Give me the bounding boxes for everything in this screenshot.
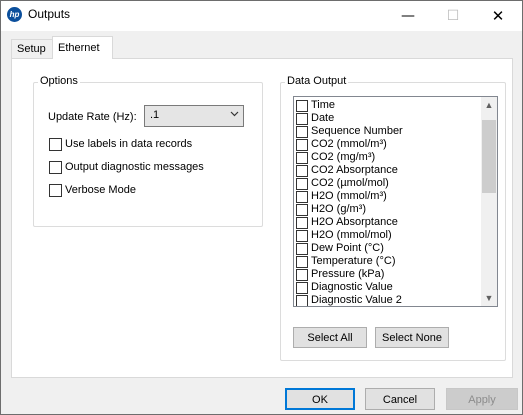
verbose-mode-label[interactable]: Verbose Mode [65,184,136,196]
update-rate-label: Update Rate (Hz): [48,111,137,123]
data-output-item-label[interactable]: H2O (mmol/m³) [311,190,387,202]
data-output-checkbox[interactable] [296,204,308,216]
data-output-checkbox[interactable] [296,139,308,151]
data-output-item-label[interactable]: H2O (mmol/mol) [311,229,392,241]
data-output-checkbox[interactable] [296,269,308,281]
outputs-dialog: hp Outputs — ☐ ✕ Setup Ethernet Options … [0,0,523,415]
scroll-down-icon[interactable]: ▼ [481,290,497,306]
window-title: Outputs [28,7,71,21]
list-item[interactable]: Time [296,99,476,112]
ok-button[interactable]: OK [285,388,355,410]
list-item[interactable]: CO2 (mg/m³) [296,151,476,164]
select-none-button[interactable]: Select None [375,327,449,348]
output-diagnostic-checkbox[interactable] [49,161,62,174]
data-output-checkbox[interactable] [296,178,308,190]
tab-setup[interactable]: Setup [11,39,58,59]
data-output-checkbox[interactable] [296,152,308,164]
list-item[interactable]: Dew Point (°C) [296,242,476,255]
chevron-down-icon [230,111,239,117]
data-output-item-label[interactable]: CO2 Absorptance [311,164,398,176]
data-output-item-label[interactable]: Diagnostic Value 2 [311,294,402,306]
data-output-checkbox[interactable] [296,217,308,229]
list-item[interactable]: Diagnostic Value 2 [296,294,476,306]
list-item[interactable]: Sequence Number [296,125,476,138]
data-output-item-label[interactable]: Date [311,112,334,124]
use-labels-label[interactable]: Use labels in data records [65,138,192,150]
data-output-item-label[interactable]: Pressure (kPa) [311,268,384,280]
list-item[interactable]: CO2 (mmol/m³) [296,138,476,151]
data-output-checkbox[interactable] [296,295,308,306]
data-output-group: Data Output Time Date Sequence Number CO2 (… [280,75,506,361]
data-output-item-label[interactable]: CO2 (mmol/m³) [311,138,387,150]
minimize-button[interactable]: — [386,1,430,31]
data-output-checkbox[interactable] [296,243,308,255]
data-output-checkbox[interactable] [296,256,308,268]
scroll-thumb[interactable] [482,120,496,193]
data-output-checkbox[interactable] [296,100,308,112]
list-item[interactable]: H2O (g/m³) [296,203,476,216]
data-output-item-label[interactable]: CO2 (mg/m³) [311,151,375,163]
data-output-checkbox[interactable] [296,230,308,242]
update-rate-value: .1 [150,109,160,121]
data-output-checkbox[interactable] [296,165,308,177]
use-labels-checkbox[interactable] [49,138,62,151]
data-output-list[interactable]: Time Date Sequence Number CO2 (mmol/m³) CO2 … [293,96,498,307]
data-output-checkbox[interactable] [296,126,308,138]
list-item[interactable]: Temperature (°C) [296,255,476,268]
hp-logo-icon: hp [7,7,22,22]
close-button[interactable]: ✕ [476,1,520,31]
apply-button: Apply [446,388,518,410]
data-output-item-label[interactable]: Diagnostic Value [311,281,393,293]
list-item[interactable]: H2O Absorptance [296,216,476,229]
update-rate-dropdown[interactable]: .1 [144,105,244,127]
data-output-item-label[interactable]: H2O (g/m³) [311,203,366,215]
data-output-item-label[interactable]: Temperature (°C) [311,255,395,267]
maximize-button: ☐ [446,8,460,24]
data-output-item-label[interactable]: H2O Absorptance [311,216,398,228]
tab-ethernet[interactable]: Ethernet [52,36,113,59]
data-output-items: Time Date Sequence Number CO2 (mmol/m³) CO2 … [296,99,476,306]
output-diagnostic-label[interactable]: Output diagnostic messages [65,161,204,173]
data-output-checkbox[interactable] [296,113,308,125]
scroll-up-icon[interactable]: ▲ [481,97,497,113]
list-item[interactable]: Date [296,112,476,125]
list-item[interactable]: Diagnostic Value [296,281,476,294]
list-scrollbar[interactable]: ▲ ▼ [481,97,497,306]
list-item[interactable]: Pressure (kPa) [296,268,476,281]
data-output-item-label[interactable]: Dew Point (°C) [311,242,384,254]
ethernet-tab-panel: Options Update Rate (Hz): .1 Use labels … [11,58,513,378]
options-group: Options Update Rate (Hz): .1 Use labels … [33,75,263,227]
options-legend: Options [38,75,80,87]
list-item[interactable]: CO2 Absorptance [296,164,476,177]
data-output-checkbox[interactable] [296,191,308,203]
verbose-mode-checkbox[interactable] [49,184,62,197]
data-output-item-label[interactable]: Time [311,99,335,111]
title-bar[interactable]: hp Outputs — ☐ ✕ [1,1,522,31]
data-output-item-label[interactable]: Sequence Number [311,125,403,137]
data-output-legend: Data Output [285,75,349,87]
list-item[interactable]: H2O (mmol/m³) [296,190,476,203]
list-item[interactable]: CO2 (µmol/mol) [296,177,476,190]
list-item[interactable]: H2O (mmol/mol) [296,229,476,242]
cancel-button[interactable]: Cancel [365,388,435,410]
select-all-button[interactable]: Select All [293,327,367,348]
data-output-item-label[interactable]: CO2 (µmol/mol) [311,177,389,189]
data-output-checkbox[interactable] [296,282,308,294]
